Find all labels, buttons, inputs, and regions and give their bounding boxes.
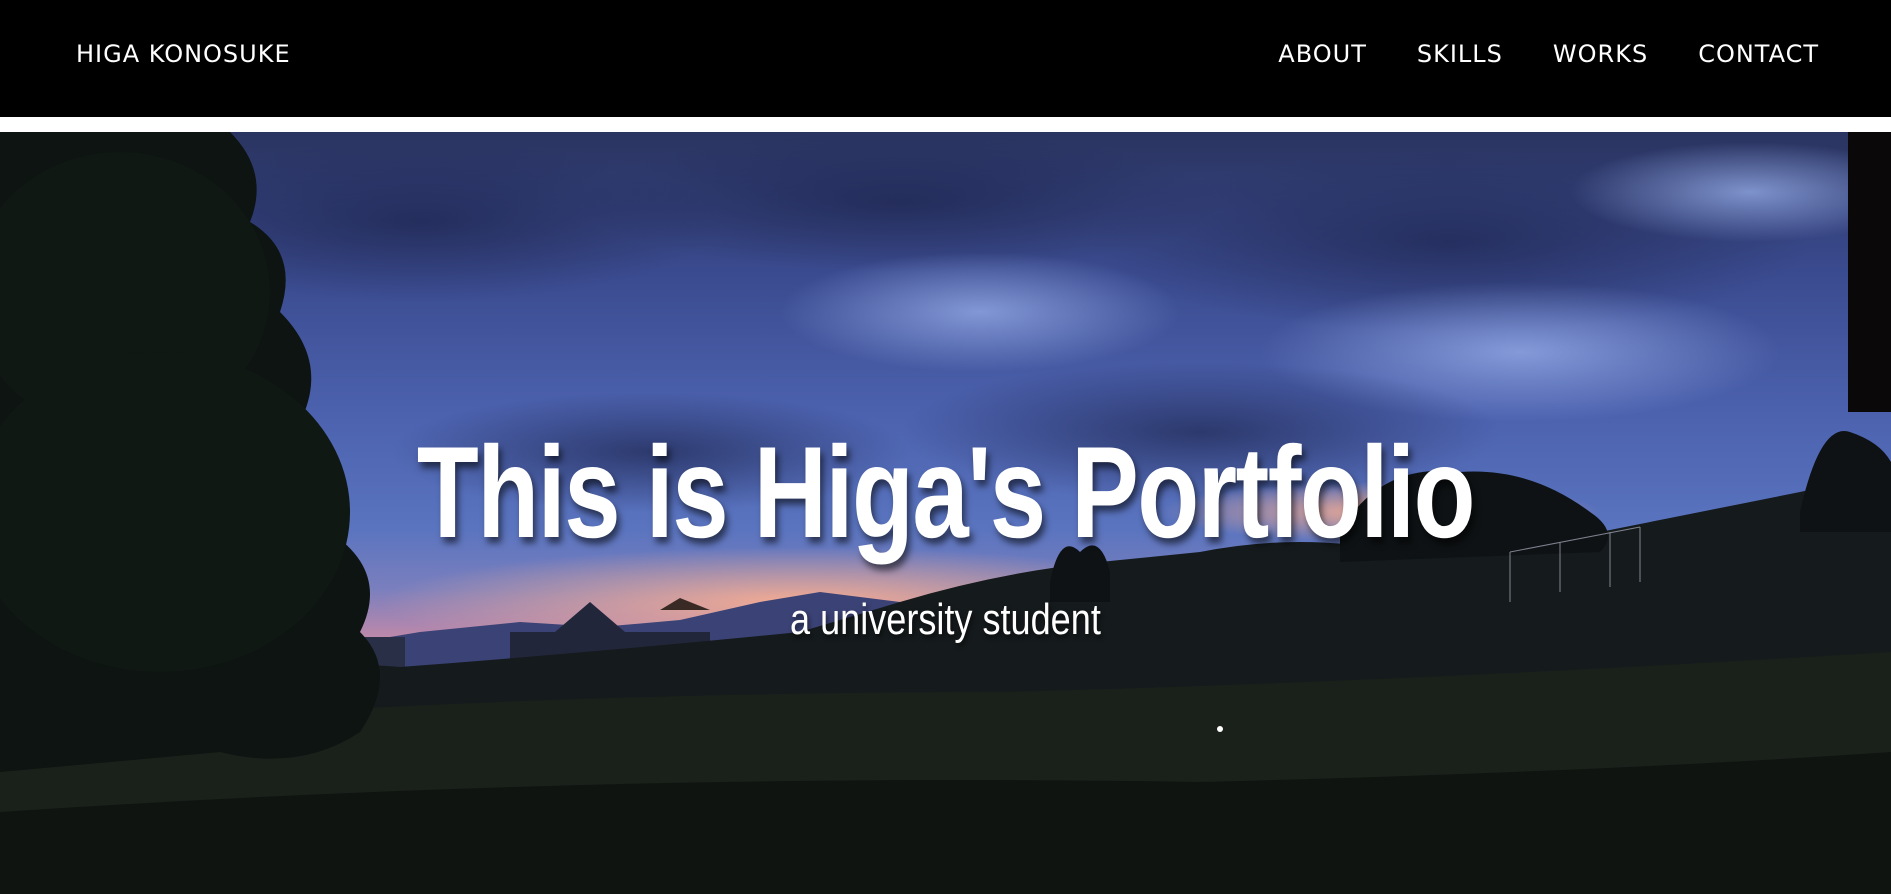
hero-subtitle: a university student <box>789 595 1101 644</box>
site-header: HIGA KONOSUKE ABOUT SKILLS WORKS CONTACT <box>0 0 1891 117</box>
nav-about-link[interactable]: ABOUT <box>1278 40 1367 68</box>
brand-logo-link[interactable]: HIGA KONOSUKE <box>76 40 291 68</box>
hero-section: This is Higa's Portfolio a university st… <box>0 132 1891 894</box>
nav-works-link[interactable]: WORKS <box>1553 40 1648 68</box>
main-nav: ABOUT SKILLS WORKS CONTACT <box>1278 40 1819 68</box>
hero-title: This is Higa's Portfolio <box>416 419 1476 565</box>
nav-contact-link[interactable]: CONTACT <box>1698 40 1819 68</box>
nav-skills-link[interactable]: SKILLS <box>1417 40 1503 68</box>
